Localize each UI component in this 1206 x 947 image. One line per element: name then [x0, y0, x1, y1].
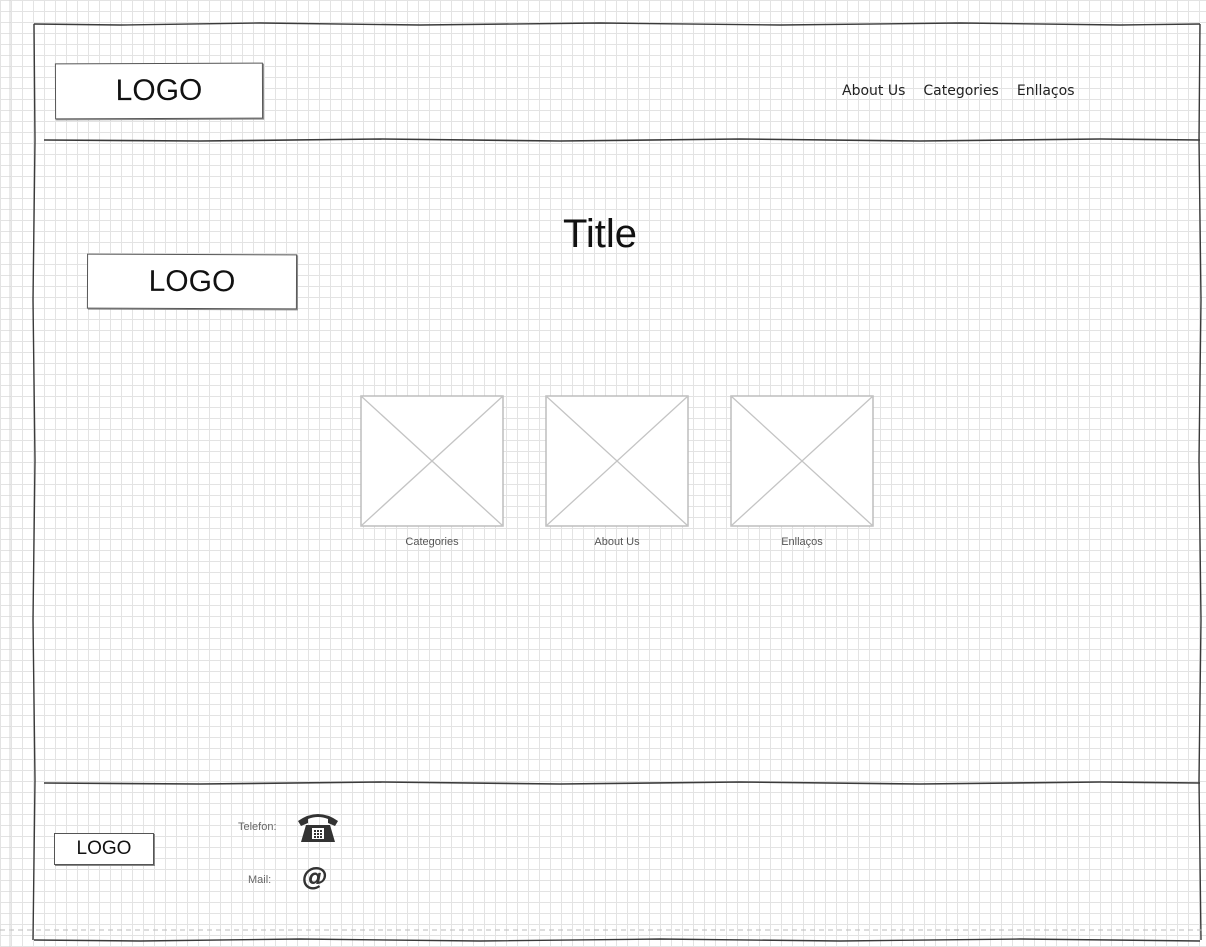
card-categories[interactable]: Categories	[360, 395, 504, 548]
image-placeholder-icon	[360, 395, 504, 527]
phone-label: Telefon:	[238, 821, 277, 833]
footer-logo: LOGO	[54, 833, 154, 865]
nav-enllacos[interactable]: Enllaços	[1017, 83, 1075, 99]
nav-about-us[interactable]: About Us	[842, 83, 905, 99]
card-caption: Enllaços	[781, 536, 823, 548]
card-caption: Categories	[405, 536, 459, 548]
page-title: Title	[562, 212, 638, 256]
card-caption: About Us	[594, 536, 640, 548]
image-placeholder-icon	[730, 395, 874, 527]
telephone-icon	[298, 814, 338, 842]
mail-label: Mail:	[248, 874, 272, 886]
hero-logo: LOGO	[86, 253, 298, 310]
card-enllacos[interactable]: Enllaços	[730, 395, 874, 548]
nav-categories[interactable]: Categories	[923, 83, 998, 99]
at-sign-icon: @	[302, 862, 328, 892]
card-about-us[interactable]: About Us	[545, 395, 689, 548]
header-logo[interactable]: LOGO	[54, 62, 264, 120]
image-placeholder-icon	[545, 395, 689, 527]
wireframe-canvas: LOGO About Us Categories Enllaços Title …	[0, 0, 1206, 947]
main-nav: About Us Categories Enllaços	[842, 83, 1075, 99]
